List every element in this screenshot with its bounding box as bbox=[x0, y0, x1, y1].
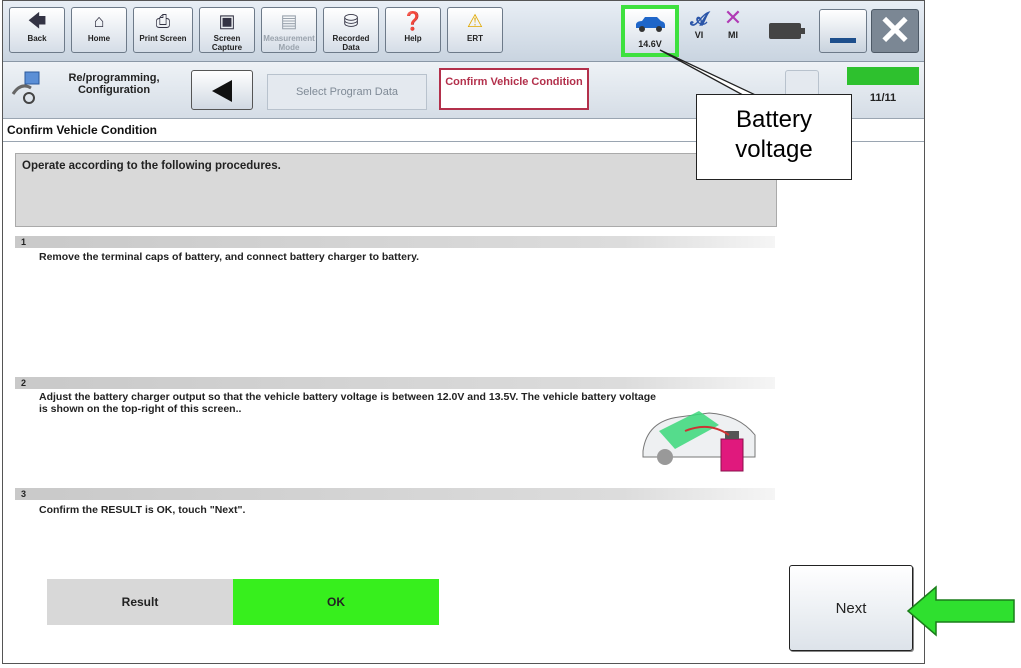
back-button-label: Back bbox=[27, 34, 47, 43]
disconnected-icon: ✕ bbox=[723, 5, 743, 30]
recorded-data-icon: ⛁ bbox=[343, 11, 359, 31]
measurement-mode-label: Measurement Mode bbox=[263, 34, 315, 52]
printer-icon: ⎙ bbox=[155, 11, 171, 31]
ert-button-label: ERT bbox=[467, 34, 483, 43]
page-title: Confirm Vehicle Condition bbox=[7, 123, 158, 137]
home-icon: ⌂ bbox=[93, 11, 105, 31]
measurement-mode-button[interactable]: ▤ Measurement Mode bbox=[261, 7, 317, 53]
next-button[interactable]: Next bbox=[789, 565, 913, 651]
close-button[interactable]: ✕ bbox=[871, 9, 919, 53]
help-icon: ❓ bbox=[401, 11, 425, 31]
screen-capture-button[interactable]: ▣ Screen Capture bbox=[199, 7, 255, 53]
vi-status: 𝓐 VI bbox=[685, 9, 713, 40]
minimize-button[interactable] bbox=[819, 9, 867, 53]
measurement-icon: ▤ bbox=[280, 11, 298, 31]
procedure-header: Operate according to the following proce… bbox=[15, 153, 777, 227]
battery-charger-illustration bbox=[642, 411, 756, 472]
recorded-data-button[interactable]: ⛁ Recorded Data bbox=[323, 7, 379, 53]
vi-label: VI bbox=[694, 30, 704, 40]
car-icon bbox=[636, 17, 665, 32]
battery-voltage-callout: Battery voltage bbox=[696, 94, 852, 180]
recorded-data-label: Recorded Data bbox=[332, 34, 370, 52]
warning-icon: ⚠ bbox=[466, 11, 484, 31]
result-value: OK bbox=[233, 579, 439, 625]
home-button[interactable]: ⌂ Home bbox=[71, 7, 127, 53]
battery-voltage-indicator: 14.6V bbox=[621, 5, 679, 57]
progress-bar bbox=[847, 67, 919, 85]
signal-icon: 𝓐 bbox=[690, 9, 708, 29]
step-text-3: Confirm the RESULT is OK, touch "Next". bbox=[39, 504, 246, 516]
mi-label: MI bbox=[728, 30, 738, 40]
battery-icon bbox=[769, 23, 805, 39]
voltage-readout: 14.6V bbox=[638, 39, 662, 49]
next-pointer-arrow bbox=[906, 585, 1015, 637]
step-header-3: 3 bbox=[15, 488, 775, 500]
print-screen-label: Print Screen bbox=[139, 34, 187, 43]
step-header-2: 2 bbox=[15, 377, 775, 389]
step-text-1: Remove the terminal caps of battery, and… bbox=[39, 251, 420, 263]
result-label: Result bbox=[47, 579, 233, 625]
ert-button[interactable]: ⚠ ERT bbox=[447, 7, 503, 53]
camera-icon: ▣ bbox=[218, 11, 236, 31]
help-button[interactable]: ❓ Help bbox=[385, 7, 441, 53]
step-number: 1 bbox=[21, 237, 27, 247]
back-arrow-icon: 🡄 bbox=[27, 11, 47, 31]
toolbar: 🡄 Back ⌂ Home ⎙ Print Screen ▣ Screen Ca… bbox=[3, 1, 924, 62]
back-button[interactable]: 🡄 Back bbox=[9, 7, 65, 53]
reprogramming-icon bbox=[11, 70, 41, 106]
step-number: 3 bbox=[21, 489, 27, 499]
step-text-2: Adjust the battery charger output so tha… bbox=[39, 391, 656, 415]
mi-status: ✕ MI bbox=[719, 5, 747, 41]
step-header-1: 1 bbox=[15, 236, 775, 248]
step-count: 11/11 bbox=[869, 92, 897, 104]
print-screen-button[interactable]: ⎙ Print Screen bbox=[133, 7, 193, 53]
screen-capture-label: Screen Capture bbox=[211, 34, 243, 52]
close-icon: ✕ bbox=[878, 9, 912, 53]
step-number: 2 bbox=[21, 378, 27, 388]
home-button-label: Home bbox=[87, 34, 111, 43]
breadcrumb-confirm-vehicle-condition: Confirm Vehicle Condition bbox=[439, 68, 589, 110]
nav-title: Re/programming, Configuration bbox=[68, 72, 160, 96]
nav-back-button[interactable] bbox=[191, 70, 253, 110]
help-button-label: Help bbox=[404, 34, 422, 43]
breadcrumb-select-program-data[interactable]: Select Program Data bbox=[267, 74, 427, 110]
